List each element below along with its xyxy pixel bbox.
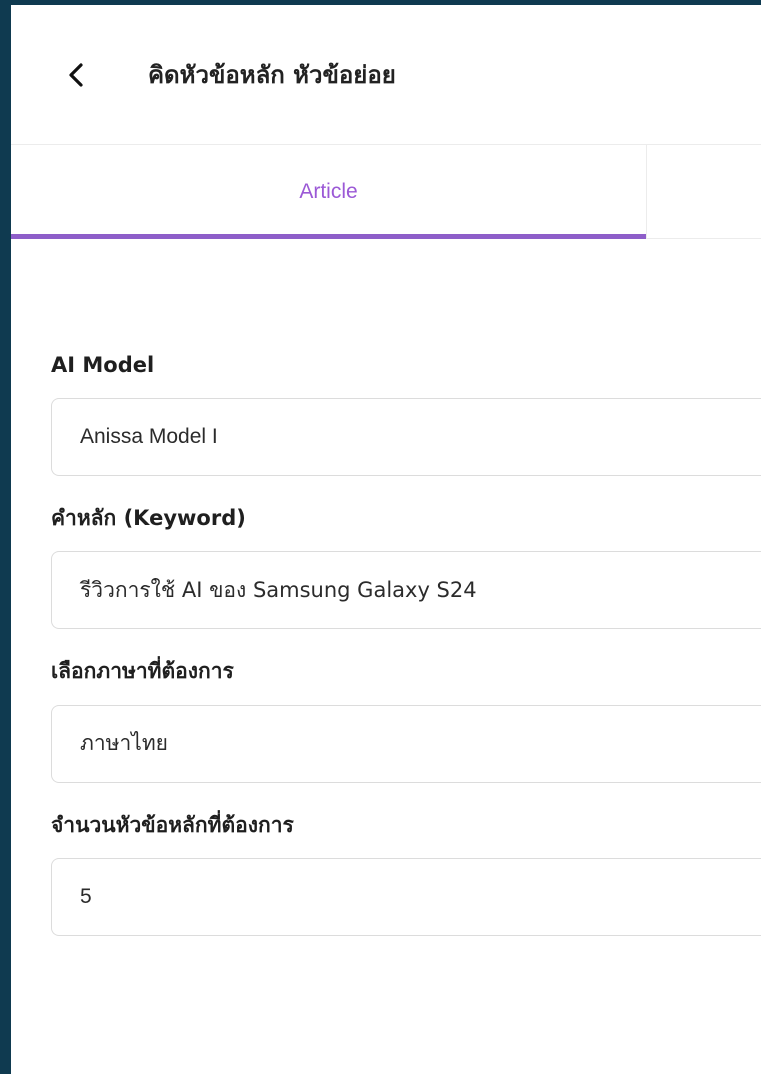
tab-bar: Article bbox=[11, 145, 761, 239]
ai-model-label: AI Model bbox=[51, 353, 155, 377]
language-label: เลือกภาษาที่ต้องการ bbox=[51, 659, 234, 684]
headings-count-input[interactable]: 5 bbox=[51, 857, 761, 936]
keyword-label: คำหลัก (Keyword) bbox=[51, 506, 246, 531]
page-header: คิดหัวข้อหลัก หัวข้อย่อย bbox=[11, 5, 761, 145]
ai-model-select[interactable]: Anissa Model I bbox=[51, 398, 761, 477]
page-title: คิดหัวข้อหลัก หัวข้อย่อย bbox=[148, 61, 396, 89]
main-panel: คิดหัวข้อหลัก หัวข้อย่อย Article AI Mode… bbox=[11, 5, 761, 1074]
article-form: AI Model Anissa Model I คำหลัก (Keyword)… bbox=[11, 239, 761, 936]
chevron-left-icon bbox=[69, 62, 83, 87]
headings-count-label: จำนวนหัวข้อหลักที่ต้องการ bbox=[51, 812, 294, 837]
back-button[interactable] bbox=[60, 59, 92, 91]
keyword-input[interactable]: รีวิวการใช้ AI ของ Samsung Galaxy S24 bbox=[51, 551, 761, 630]
tab-second[interactable] bbox=[647, 145, 761, 238]
tab-article[interactable]: Article bbox=[11, 145, 647, 239]
language-select[interactable]: ภาษาไทย bbox=[51, 704, 761, 783]
